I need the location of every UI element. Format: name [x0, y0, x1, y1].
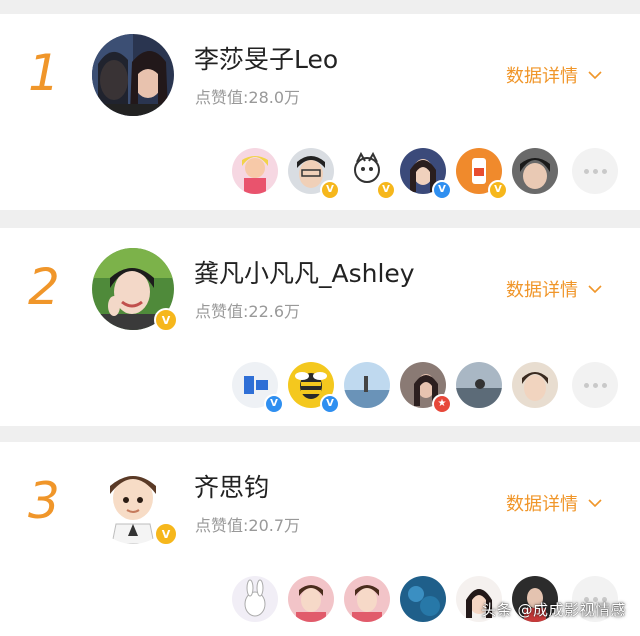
- fan-avatars: V V ★: [232, 362, 568, 414]
- more-fans-button[interactable]: [572, 148, 618, 194]
- watermark: 头条 @成成影视情感: [481, 601, 626, 619]
- dot-icon: [592, 168, 598, 174]
- fan-avatar[interactable]: V: [456, 148, 508, 200]
- dot-icon: [601, 168, 607, 174]
- data-detail-label: 数据详情: [506, 494, 578, 515]
- fan-avatar[interactable]: [344, 576, 390, 622]
- fan-avatar[interactable]: [232, 148, 278, 194]
- chevron-down-icon: [588, 285, 602, 294]
- dot-icon: [583, 382, 589, 388]
- user-name[interactable]: 龚凡小凡凡_Ashley: [194, 254, 415, 290]
- like-score: 点赞值:20.7万: [195, 516, 301, 535]
- like-score: 点赞值:22.6万: [195, 302, 301, 321]
- chevron-down-icon: [588, 499, 602, 508]
- fan-avatar[interactable]: [456, 362, 502, 408]
- ranking-card-2[interactable]: 2 V 龚凡小凡凡_Ashley 点赞值:22.6万 数据详情 V V ★: [0, 228, 640, 426]
- verified-badge-icon: V: [488, 180, 508, 200]
- rank-number: 2: [28, 258, 60, 316]
- verified-badge-icon: V: [154, 522, 178, 546]
- verified-badge-icon: V: [432, 180, 452, 200]
- chevron-down-icon: [588, 71, 602, 80]
- data-detail-label: 数据详情: [506, 280, 578, 301]
- fan-avatar[interactable]: V: [344, 148, 396, 200]
- verified-badge-icon: V: [154, 308, 178, 332]
- fan-avatar[interactable]: [512, 148, 558, 194]
- fan-avatar[interactable]: V: [400, 148, 452, 200]
- fan-avatar[interactable]: V: [232, 362, 284, 414]
- dot-icon: [592, 382, 598, 388]
- verified-badge-icon: V: [264, 394, 284, 414]
- avatar[interactable]: V: [92, 248, 178, 332]
- fan-avatar[interactable]: [512, 362, 558, 408]
- fan-avatar[interactable]: V: [288, 362, 340, 414]
- fan-avatar[interactable]: [344, 362, 390, 408]
- fan-avatar[interactable]: [288, 576, 334, 622]
- verified-badge-icon: V: [376, 180, 396, 200]
- fan-avatar[interactable]: ★: [400, 362, 452, 414]
- verified-badge-icon: V: [320, 180, 340, 200]
- verified-badge-icon: V: [320, 394, 340, 414]
- fan-avatar[interactable]: [232, 576, 278, 622]
- fan-avatar[interactable]: [400, 576, 446, 622]
- rank-number: 1: [28, 44, 60, 102]
- user-name[interactable]: 李莎旻子Leo: [194, 40, 338, 76]
- like-score: 点赞值:28.0万: [195, 88, 301, 107]
- data-detail-label: 数据详情: [506, 66, 578, 87]
- user-name[interactable]: 齐思钧: [194, 468, 269, 504]
- data-detail-button[interactable]: 数据详情: [506, 62, 602, 88]
- dot-icon: [583, 168, 589, 174]
- avatar[interactable]: [92, 34, 174, 116]
- ranking-card-1[interactable]: 1 李莎旻子Leo 点赞值:28.0万 数据详情 V V V V: [0, 14, 640, 210]
- dot-icon: [601, 382, 607, 388]
- data-detail-button[interactable]: 数据详情: [506, 276, 602, 302]
- fan-avatar[interactable]: V: [288, 148, 340, 200]
- more-fans-button[interactable]: [572, 362, 618, 408]
- avatar[interactable]: V: [92, 462, 178, 546]
- fan-avatars: V V V V: [232, 148, 568, 200]
- data-detail-button[interactable]: 数据详情: [506, 490, 602, 516]
- rank-number: 3: [28, 472, 60, 530]
- verified-badge-icon: ★: [432, 394, 452, 414]
